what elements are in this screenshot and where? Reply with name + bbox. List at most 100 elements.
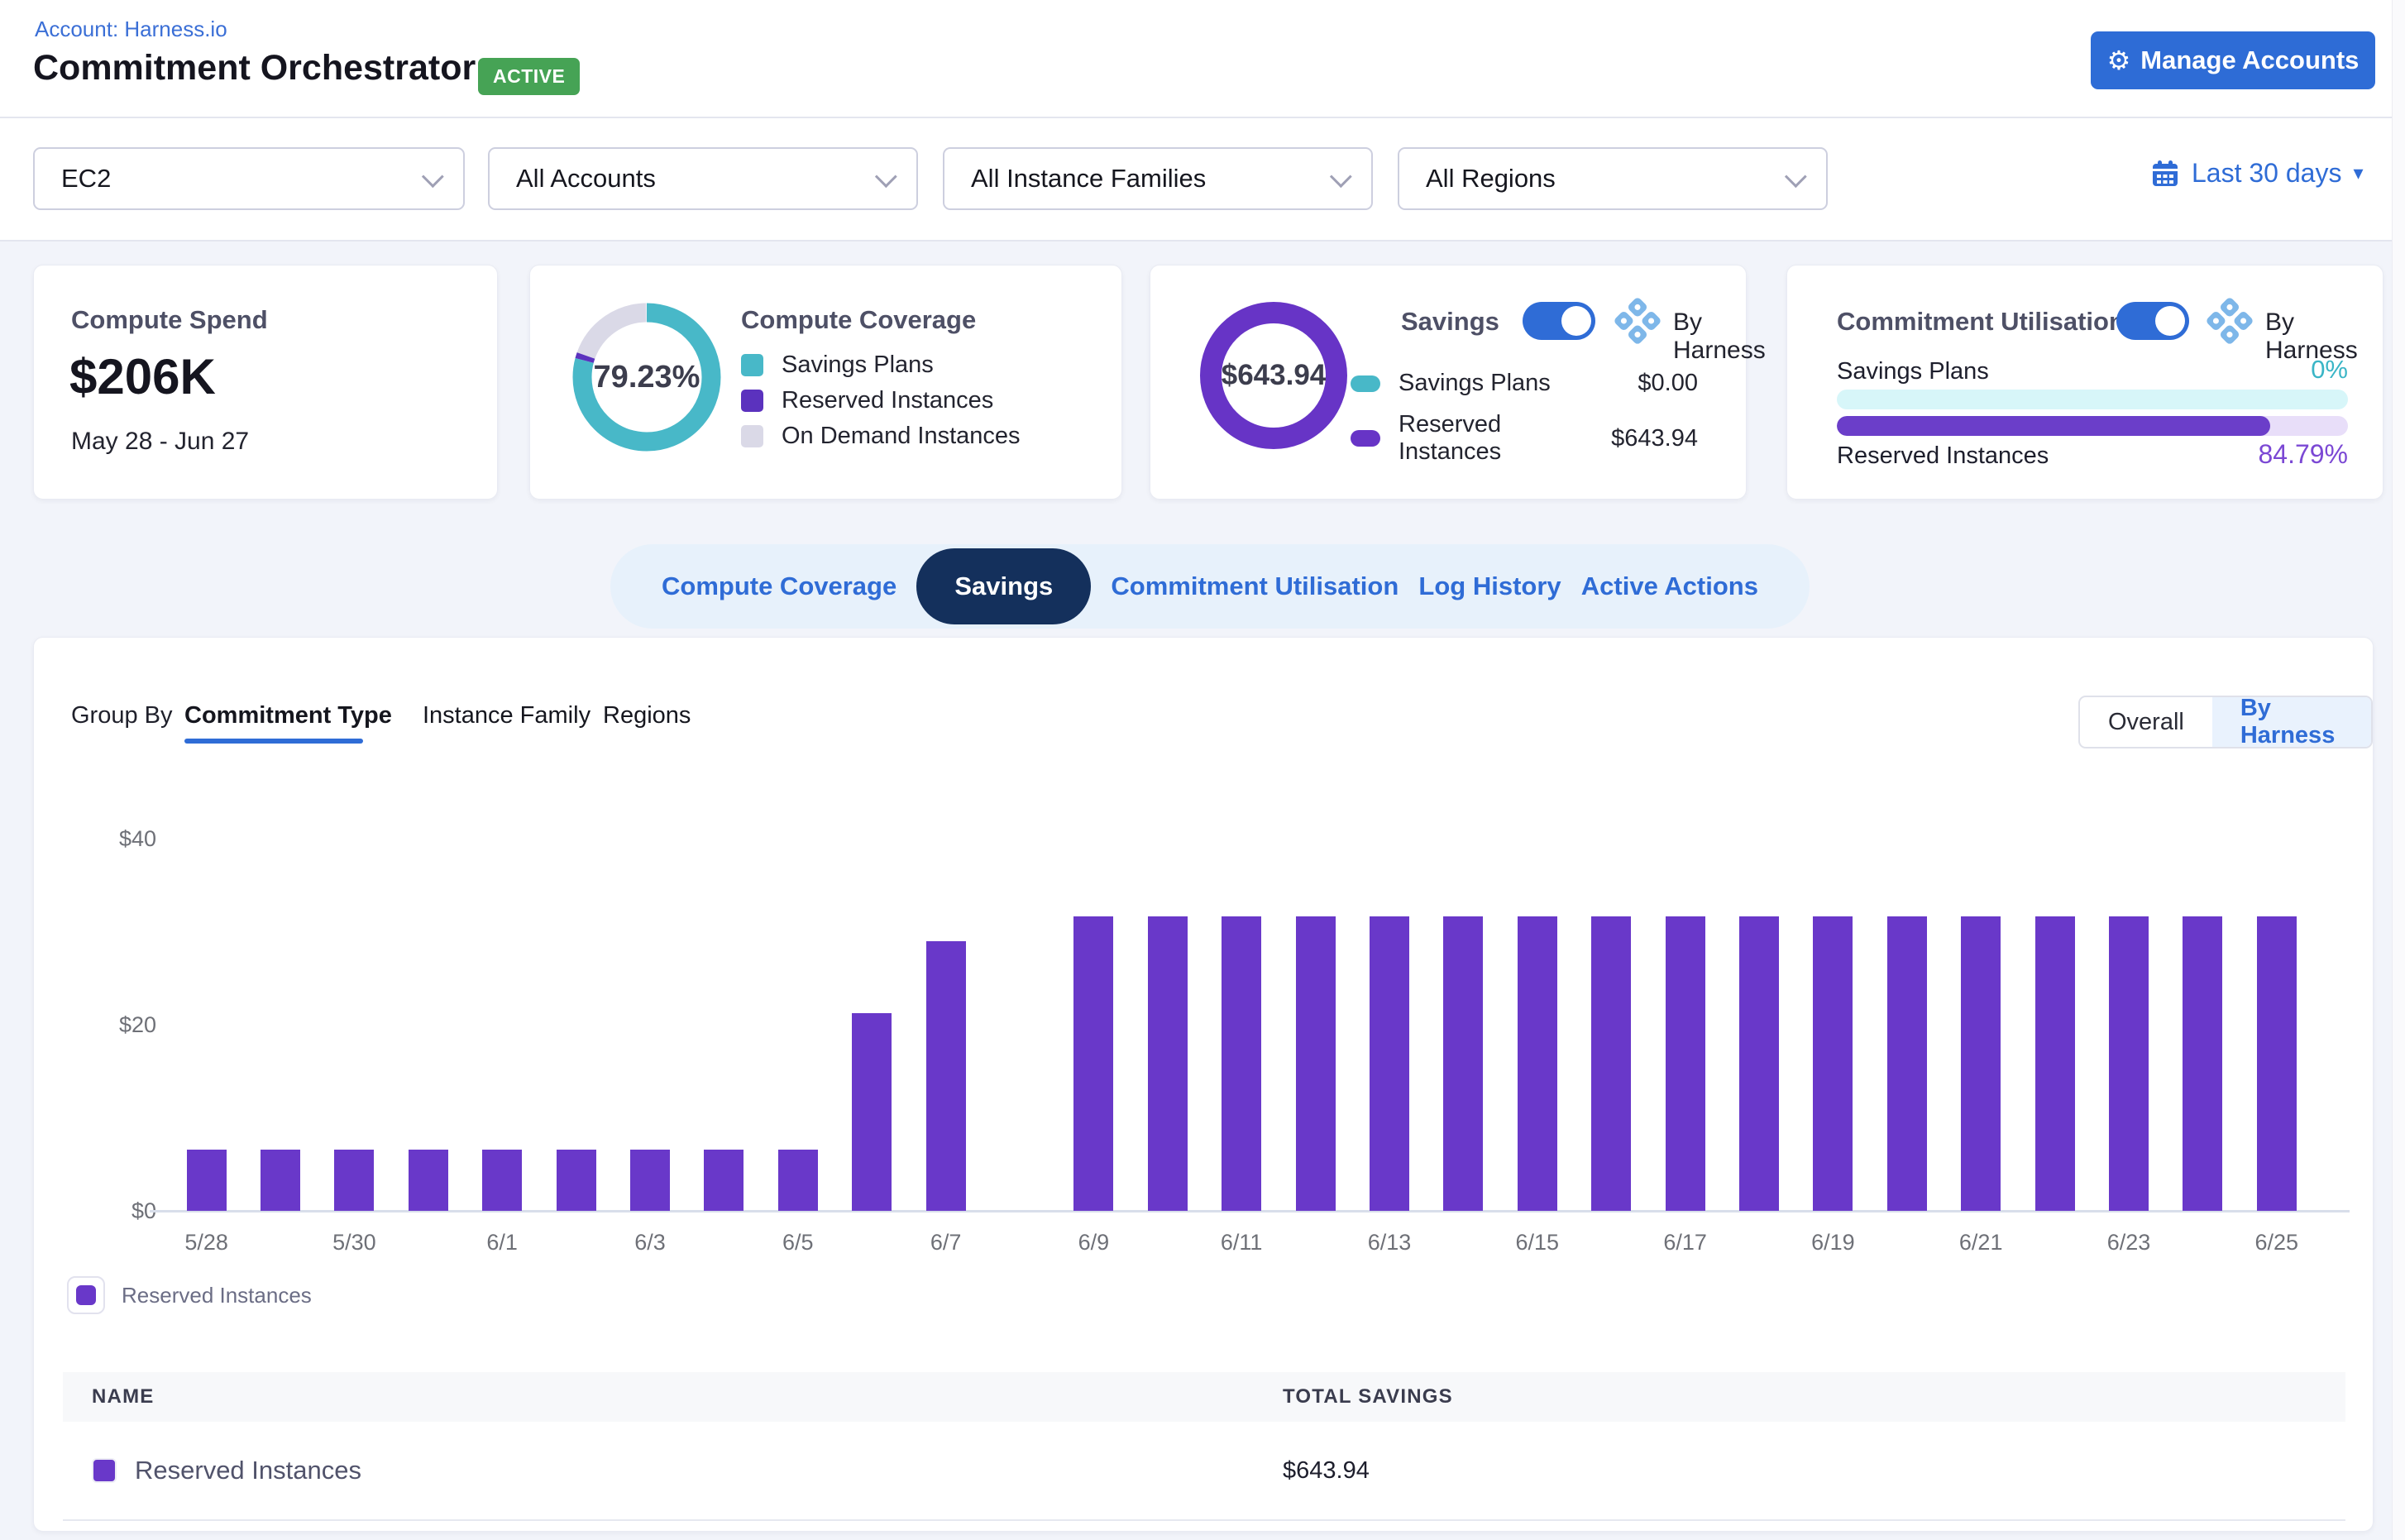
bar-6/4[interactable] bbox=[704, 1150, 743, 1211]
service-dropdown-value: EC2 bbox=[61, 164, 423, 194]
legend-item-on-demand: On Demand Instances bbox=[741, 423, 1021, 450]
savings-plans-label: Savings Plans bbox=[1399, 370, 1619, 397]
bar-6/20[interactable] bbox=[1887, 916, 1927, 1211]
accounts-dropdown-value: All Accounts bbox=[516, 164, 876, 194]
savings-plans-progress-bar bbox=[1837, 390, 2348, 409]
service-dropdown[interactable]: EC2 bbox=[33, 147, 465, 210]
bar-6/1[interactable] bbox=[482, 1150, 522, 1211]
bar-6/15[interactable] bbox=[1518, 916, 1557, 1211]
bar-6/9[interactable] bbox=[1073, 916, 1113, 1211]
filter-bar: EC2 All Accounts All Instance Families A… bbox=[0, 118, 2405, 242]
x-tick-6/15: 6/15 bbox=[1480, 1230, 1595, 1255]
bar-5/28[interactable] bbox=[187, 1150, 227, 1211]
bar-6/13[interactable] bbox=[1370, 916, 1409, 1211]
bar-6/18[interactable] bbox=[1739, 916, 1779, 1211]
manage-accounts-button[interactable]: ⚙ Manage Accounts bbox=[2091, 31, 2375, 89]
table-row: Reserved Instances $643.94 bbox=[63, 1422, 2345, 1521]
table-header: NAME TOTAL SAVINGS bbox=[63, 1372, 2345, 1422]
bar-5/29[interactable] bbox=[261, 1150, 300, 1211]
column-name: NAME bbox=[92, 1385, 1283, 1408]
chart-legend: Reserved Instances bbox=[67, 1276, 312, 1314]
segment-by-harness[interactable]: By Harness bbox=[2212, 697, 2371, 747]
group-tab-commitment-type[interactable]: Commitment Type bbox=[184, 702, 392, 729]
utilisation-by-harness-toggle[interactable] bbox=[2116, 302, 2189, 340]
accounts-dropdown[interactable]: All Accounts bbox=[488, 147, 918, 210]
tab-savings[interactable]: Savings bbox=[916, 548, 1091, 624]
column-total-savings: TOTAL SAVINGS bbox=[1283, 1385, 1453, 1408]
bar-6/7[interactable] bbox=[926, 941, 966, 1211]
savings-plans-swatch bbox=[1351, 375, 1380, 392]
x-tick-6/13: 6/13 bbox=[1332, 1230, 1447, 1255]
tab-compute-coverage[interactable]: Compute Coverage bbox=[662, 572, 896, 601]
page-title: Commitment Orchestrator bbox=[33, 48, 476, 88]
legend-checkbox[interactable] bbox=[67, 1276, 105, 1314]
compute-spend-period: May 28 - Jun 27 bbox=[71, 428, 249, 456]
overall-by-harness-toggle: Overall By Harness bbox=[2078, 696, 2373, 748]
y-tick-$20: $20 bbox=[67, 1011, 156, 1039]
y-tick-$0: $0 bbox=[67, 1197, 156, 1225]
savings-row-reserved-instances: Reserved Instances $643.94 bbox=[1351, 411, 1698, 466]
tab-log-history[interactable]: Log History bbox=[1418, 572, 1561, 601]
chevron-down-icon bbox=[1785, 165, 1807, 188]
bar-6/5[interactable] bbox=[778, 1150, 818, 1211]
x-tick-5/28: 5/28 bbox=[149, 1230, 265, 1255]
reserved-instances-label: Reserved Instances bbox=[1399, 411, 1593, 466]
bar-6/6[interactable] bbox=[852, 1013, 892, 1211]
bar-6/11[interactable] bbox=[1222, 916, 1261, 1211]
bar-6/17[interactable] bbox=[1666, 916, 1705, 1211]
date-range-picker[interactable]: Last 30 days ▾ bbox=[2150, 158, 2364, 189]
bar-chart-plot bbox=[158, 839, 2341, 1211]
bar-6/22[interactable] bbox=[2035, 916, 2075, 1211]
savings-total: $643.94 bbox=[1198, 300, 1349, 451]
bar-6/12[interactable] bbox=[1296, 916, 1336, 1211]
bar-6/24[interactable] bbox=[2183, 916, 2222, 1211]
savings-plans-swatch bbox=[741, 354, 763, 376]
bar-6/14[interactable] bbox=[1443, 916, 1483, 1211]
compute-spend-title: Compute Spend bbox=[71, 305, 268, 335]
section-tabs: Compute Coverage Savings Commitment Util… bbox=[610, 544, 1810, 629]
segment-overall[interactable]: Overall bbox=[2080, 697, 2212, 747]
date-range-label: Last 30 days bbox=[2192, 158, 2341, 189]
regions-dropdown-value: All Regions bbox=[1426, 164, 1786, 194]
bar-6/23[interactable] bbox=[2109, 916, 2149, 1211]
compute-coverage-donut: 79.23% bbox=[568, 299, 725, 456]
harness-logo-icon bbox=[2206, 297, 2254, 345]
bar-5/30[interactable] bbox=[334, 1150, 374, 1211]
savings-card: $643.94 Savings By Harness i Savings Pla… bbox=[1150, 265, 1747, 500]
compute-coverage-percent: 79.23% bbox=[568, 299, 725, 456]
bar-6/16[interactable] bbox=[1591, 916, 1631, 1211]
x-tick-6/9: 6/9 bbox=[1035, 1230, 1151, 1255]
bar-5/31[interactable] bbox=[409, 1150, 448, 1211]
bar-6/21[interactable] bbox=[1961, 916, 2001, 1211]
x-tick-5/30: 5/30 bbox=[296, 1230, 412, 1255]
top-header: Account: Harness.io Commitment Orchestra… bbox=[0, 0, 2405, 118]
bar-6/19[interactable] bbox=[1813, 916, 1853, 1211]
group-tab-regions[interactable]: Regions bbox=[603, 702, 691, 729]
vertical-scrollbar[interactable] bbox=[2392, 0, 2405, 1540]
compute-coverage-title: Compute Coverage bbox=[741, 305, 976, 335]
savings-by-harness-label: By Harness bbox=[1673, 308, 1766, 365]
util-reserved-instances-percent: 84.79% bbox=[2158, 439, 2348, 470]
manage-accounts-label: Manage Accounts bbox=[2140, 45, 2359, 75]
group-tab-instance-family[interactable]: Instance Family bbox=[423, 702, 590, 729]
x-tick-6/19: 6/19 bbox=[1775, 1230, 1891, 1255]
bar-6/25[interactable] bbox=[2257, 916, 2297, 1211]
tab-active-actions[interactable]: Active Actions bbox=[1581, 572, 1758, 601]
tab-commitment-utilisation[interactable]: Commitment Utilisation bbox=[1111, 572, 1399, 601]
chevron-down-icon bbox=[1330, 165, 1352, 188]
row-swatch bbox=[92, 1458, 117, 1483]
commitment-orchestrator-page: Account: Harness.io Commitment Orchestra… bbox=[0, 0, 2405, 1540]
compute-spend-card: Compute Spend $206K May 28 - Jun 27 bbox=[33, 265, 498, 500]
bar-6/2[interactable] bbox=[557, 1150, 596, 1211]
reserved-instances-value: $643.94 bbox=[1611, 425, 1698, 452]
bar-6/3[interactable] bbox=[630, 1150, 670, 1211]
savings-title: Savings bbox=[1401, 307, 1499, 337]
x-tick-6/1: 6/1 bbox=[444, 1230, 560, 1255]
bar-6/10[interactable] bbox=[1148, 916, 1188, 1211]
regions-dropdown[interactable]: All Regions bbox=[1398, 147, 1828, 210]
breadcrumb-account-link[interactable]: Account: Harness.io bbox=[35, 17, 227, 42]
savings-by-harness-toggle[interactable] bbox=[1523, 302, 1595, 340]
x-tick-6/23: 6/23 bbox=[2071, 1230, 2187, 1255]
instance-families-dropdown[interactable]: All Instance Families bbox=[943, 147, 1373, 210]
on-demand-swatch bbox=[741, 425, 763, 447]
